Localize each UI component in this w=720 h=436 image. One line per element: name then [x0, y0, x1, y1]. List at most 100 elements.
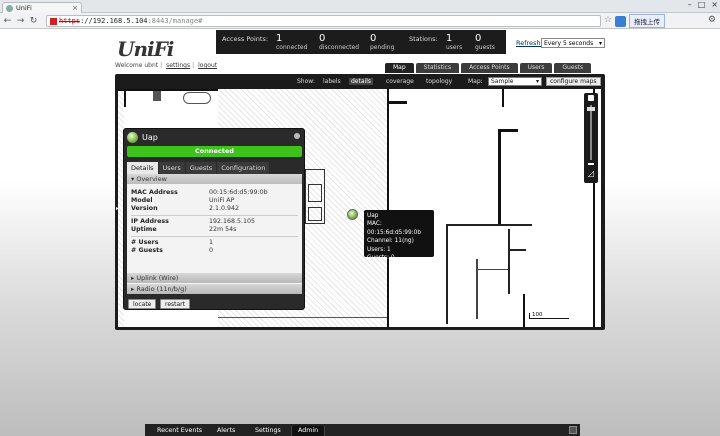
- wrench-icon[interactable]: ⚙: [708, 15, 716, 25]
- version-key: Version: [131, 205, 158, 212]
- expand-sidebar-icon[interactable]: ▸: [116, 205, 119, 212]
- ap-panel-tabs: Details Users Guests Configuration: [127, 162, 270, 174]
- disconnected-count: 0: [319, 33, 326, 44]
- url-path: :8443/manage#: [147, 17, 203, 25]
- url-host: ://192.168.5.104: [80, 17, 148, 25]
- tab-access-points[interactable]: Access Points: [461, 63, 518, 73]
- ip-value: 192.168.5.105: [209, 218, 256, 225]
- guests-label: guests: [475, 44, 495, 51]
- close-window-icon[interactable]: ×: [711, 0, 718, 9]
- uptime-key: Uptime: [131, 226, 157, 233]
- connected-label: connected: [276, 44, 308, 51]
- refresh-label: Refresh:: [516, 39, 543, 47]
- chevron-down-icon: ▾: [535, 78, 539, 85]
- tab-guests[interactable]: Guests: [554, 63, 592, 73]
- labels-toggle[interactable]: labels: [323, 78, 341, 85]
- map-toolbar: Show: labels details coverage topology M…: [115, 76, 605, 88]
- refresh-select[interactable]: Every 5 seconds ▾: [541, 38, 605, 48]
- tooltip-channel: Channel: 11(ng): [367, 238, 414, 245]
- tab-alerts[interactable]: Alerts: [211, 426, 241, 436]
- map-select-value: Sample: [491, 78, 514, 85]
- tooltip-name: Uap: [367, 213, 379, 219]
- overview-section-header[interactable]: ▾ Overview: [127, 174, 302, 184]
- ip-key: IP Address: [131, 218, 169, 225]
- reload-icon[interactable]: ↻: [28, 16, 39, 26]
- refresh-value: Every 5 seconds: [544, 39, 594, 47]
- extension-icon[interactable]: [615, 15, 626, 27]
- tab-details[interactable]: Details: [127, 162, 158, 174]
- divider: [131, 236, 298, 237]
- access-point-marker[interactable]: [347, 209, 358, 220]
- radio-section-header[interactable]: ▸ Radio (11n/b/g): [127, 284, 302, 294]
- tab-recent-events[interactable]: Recent Events: [151, 426, 208, 436]
- users-key: # Users: [131, 239, 159, 246]
- close-icon[interactable]: [294, 133, 300, 139]
- restart-button[interactable]: restart: [160, 299, 191, 309]
- locate-button[interactable]: locate: [128, 299, 157, 309]
- logout-link[interactable]: logout: [198, 62, 217, 69]
- extension[interactable]: 拖拽上传: [615, 14, 665, 28]
- guests-count: 0: [475, 33, 482, 44]
- draw-tool-icon[interactable]: ◿: [584, 167, 598, 181]
- tab-statistics[interactable]: Statistics: [415, 63, 460, 73]
- extension-button[interactable]: 拖拽上传: [629, 14, 665, 28]
- coverage-toggle[interactable]: coverage: [386, 78, 414, 85]
- tab-settings[interactable]: Settings: [249, 426, 287, 436]
- users-value: 1: [209, 239, 214, 246]
- tab-guests[interactable]: Guests: [185, 162, 217, 174]
- tab-users[interactable]: Users: [519, 63, 553, 73]
- mac-value: 00:15:6d:d5:99:0b: [209, 189, 268, 196]
- minimize-icon[interactable]: –: [688, 0, 692, 9]
- model-value: UniFi AP: [209, 197, 235, 204]
- collapse-icon[interactable]: [569, 426, 577, 434]
- stations-label: Stations:: [409, 35, 438, 43]
- ap-tooltip: Uap MAC: 00:15:6d:d5:99:0b Channel: 11(n…: [364, 210, 434, 261]
- bottom-bar: Recent Events Alerts Settings Admin: [145, 424, 580, 436]
- maximize-icon[interactable]: □: [698, 0, 706, 9]
- unifi-logo: UniFi: [117, 37, 174, 61]
- zoom-track[interactable]: [590, 105, 592, 160]
- users-count: 1: [446, 33, 453, 44]
- zoom-knob[interactable]: [587, 107, 595, 111]
- insecure-lock-icon: [50, 17, 57, 25]
- stats-panel: Access Points: 1 connected 0 disconnecte…: [216, 30, 506, 54]
- zoom-out-icon[interactable]: [588, 163, 594, 165]
- tab-admin[interactable]: Admin: [291, 426, 326, 436]
- overview-rows: MAC Address 00:15:6d:d5:99:0b Model UniFi …: [127, 184, 302, 255]
- close-tab-icon[interactable]: ×: [72, 4, 78, 12]
- pending-label: pending: [370, 44, 395, 51]
- tab-configuration[interactable]: Configuration: [217, 162, 270, 174]
- zoom-in-icon[interactable]: [588, 95, 594, 101]
- guests-key: # Guests: [131, 247, 163, 254]
- details-toggle[interactable]: details: [349, 78, 373, 85]
- ap-status-icon: [127, 132, 138, 143]
- users-label: users: [446, 44, 463, 51]
- browser-tabbar: UniFi × – □ ×: [0, 0, 720, 13]
- back-icon[interactable]: ←: [2, 16, 13, 26]
- pending-count: 0: [370, 33, 377, 44]
- welcome-line: Welcome ubnt | settings | logout: [115, 62, 218, 69]
- ap-details-body: ▾ Overview MAC Address 00:15:6d:d5:99:0b …: [127, 174, 302, 286]
- main-tabs: Map Statistics Access Points Users Guest…: [385, 63, 592, 73]
- tooltip-mac: MAC: 00:15:6d:d5:99:0b: [367, 221, 421, 236]
- divider: [131, 215, 298, 216]
- favicon-icon: [6, 4, 13, 12]
- ap-name: Uap: [142, 133, 158, 142]
- bookmark-star-icon[interactable]: ☆: [604, 15, 612, 25]
- tab-title: UniFi: [16, 4, 32, 12]
- uplink-section-header[interactable]: ▸ Uplink (Wire): [127, 273, 302, 283]
- browser-tab[interactable]: UniFi ×: [2, 2, 82, 13]
- disconnected-label: disconnected: [319, 44, 360, 51]
- configure-maps-button[interactable]: configure maps: [546, 77, 601, 86]
- topology-toggle[interactable]: topology: [426, 78, 452, 85]
- chevron-down-icon: ▾: [598, 39, 602, 47]
- address-bar[interactable]: https ://192.168.5.104 :8443/manage#: [46, 15, 601, 27]
- forward-icon[interactable]: →: [15, 16, 26, 26]
- tab-map[interactable]: Map: [385, 63, 414, 73]
- tooltip-guests: Guests: 0: [367, 255, 395, 262]
- url-scheme: https: [59, 17, 81, 25]
- map-select[interactable]: Sample ▾: [488, 77, 542, 86]
- access-points-label: Access Points:: [222, 35, 269, 43]
- settings-link[interactable]: settings: [166, 62, 190, 69]
- tab-users[interactable]: Users: [158, 162, 185, 174]
